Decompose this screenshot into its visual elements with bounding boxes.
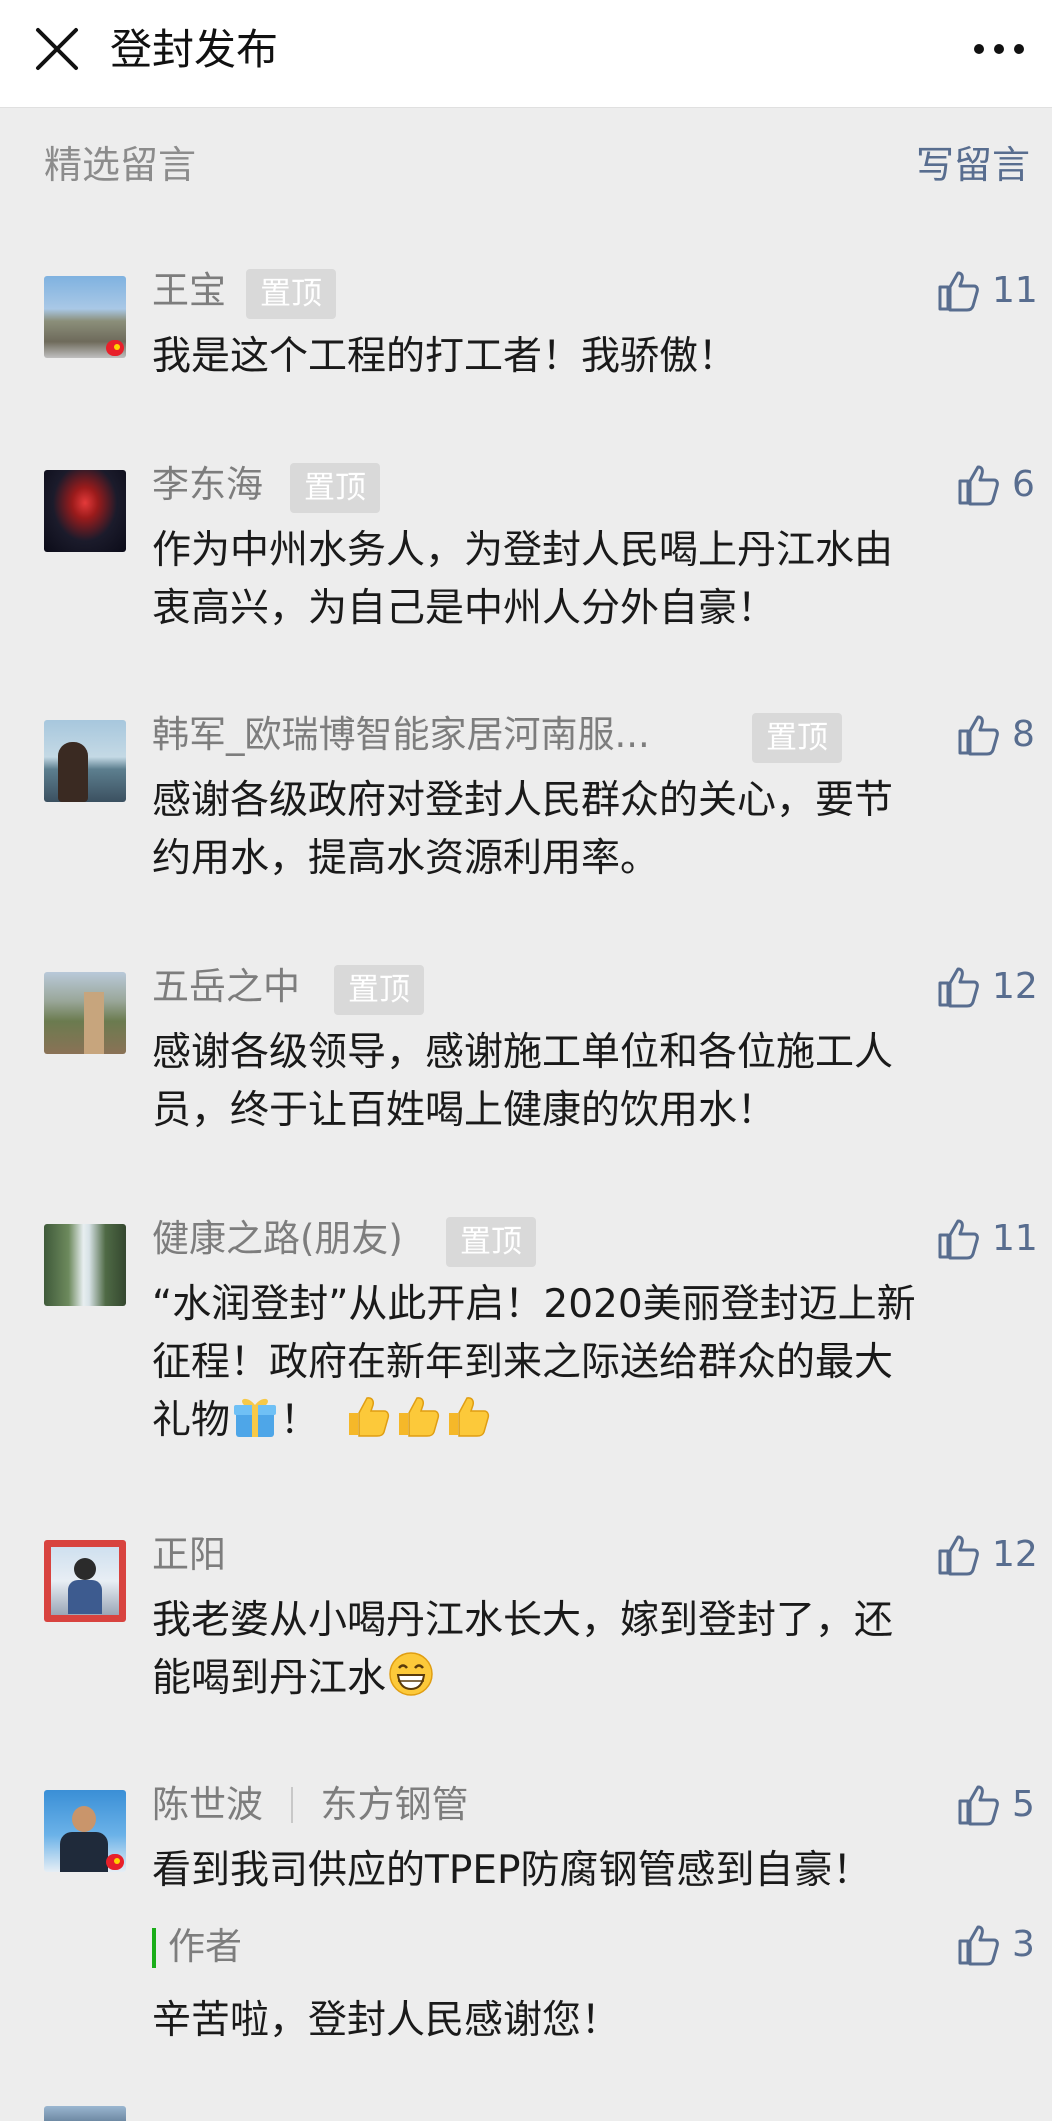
avatar[interactable] [44,1790,126,1872]
thumbs-up-icon [958,1785,999,1826]
like-count: 11 [992,1218,1038,1259]
comment-text: “水润登封”从此开启！2020美丽登封迈上新 征程！政府在新年到来之际送给群众的… [152,1276,1012,1450]
commenter-name[interactable]: 陈世波 东方钢管 [152,1780,469,1830]
comment-item: 韩军_欧瑞博智能家居河南服... 置顶 8 感谢各级政府对登封人民群众的关心，要… [0,710,1052,900]
thumbs-up-emoji [399,1397,440,1437]
like-button[interactable]: 8 [956,710,1036,760]
commenter-name[interactable]: 韩军_欧瑞博智能家居河南服... [152,710,650,760]
next-comment-partial [44,2106,126,2121]
like-count: 6 [1012,464,1035,505]
author-reply: 作者 3 辛苦啦，登封人民感谢您！ [152,1920,1035,2050]
comment-line: 衷高兴，为自己是中州人分外自豪！ [152,586,777,631]
name-separator [290,1787,293,1823]
author-label: 作者 [168,1925,242,1968]
star-icon [114,344,120,350]
like-button[interactable]: 12 [936,1530,1038,1580]
like-button[interactable]: 11 [936,1214,1038,1264]
more-icon [974,44,1024,54]
commenter-name[interactable]: 五岳之中 [152,962,300,1012]
comment-item: 健康之路(朋友) 置顶 11 “水润登封”从此开启！2020美丽登封迈上新 征程… [0,1214,1052,1464]
commenter-name[interactable]: 王宝 [152,266,226,316]
write-comment-link[interactable]: 写留言 [916,140,1030,190]
top-bar: 登封发布 [0,0,1052,108]
avatar[interactable] [44,1224,126,1306]
avatar[interactable] [44,1540,126,1622]
comment-line: 员，终于让百姓喝上健康的饮用水！ [152,1088,777,1133]
comment-item: 陈世波 东方钢管 5 看到我司供应的TPEP防腐钢管感到自豪！ 作者 3 辛苦啦… [0,1780,1052,2043]
reply-like-button[interactable]: 3 [956,1920,1036,1970]
comment-item: 王宝 置顶 11 我是这个工程的打工者！我骄傲！ [0,266,1052,396]
comment-text: 看到我司供应的TPEP防腐钢管感到自豪！ [152,1848,872,1893]
like-count: 12 [992,966,1038,1007]
page-title: 登封发布 [110,25,279,74]
close-icon [36,28,78,70]
comment-text: 我老婆从小喝丹江水长大，嫁到登封了，还 能喝到丹江水 [152,1592,1012,1708]
comment-line: 感谢各级领导，感谢施工单位和各位施工人 [152,1030,894,1075]
thumbs-up-emoji [349,1397,390,1437]
gift-emoji [234,1398,277,1437]
commenter-name-text: 陈世波 [152,1783,263,1826]
pinned-badge: 置顶 [246,269,336,319]
pinned-badge: 置顶 [334,965,424,1015]
comment-item: 五岳之中 置顶 12 感谢各级领导，感谢施工单位和各位施工人 员，终于让百姓喝上… [0,962,1052,1152]
comment-line: 我老婆从小喝丹江水长大，嫁到登封了，还 [152,1598,894,1643]
like-count: 12 [992,1534,1038,1575]
more-button[interactable] [964,22,1034,76]
like-count: 8 [1012,714,1035,755]
thumbs-up-icon [958,1925,999,1966]
author-bar [152,1928,156,1968]
comment-line: “水润登封”从此开启！2020美丽登封迈上新 [152,1282,916,1327]
avatar[interactable] [44,720,126,802]
thumbs-up-icon [938,967,979,1008]
comment-fragment: 礼物 [152,1398,231,1443]
avatar[interactable] [44,972,126,1054]
commenter-name[interactable]: 李东海 [152,460,263,510]
thumbs-up-icon [938,1535,979,1576]
thumbs-up-icon [958,465,999,506]
thumbs-up-icon [958,715,999,756]
close-button[interactable] [30,22,84,76]
like-button[interactable]: 11 [936,266,1038,316]
comment-line: 作为中州水务人，为登封人民喝上丹江水由 [152,528,894,573]
like-count: 3 [1012,1924,1035,1965]
like-button[interactable]: 5 [956,1780,1036,1830]
like-count: 5 [1012,1784,1035,1825]
comment-item: 李东海 置顶 6 作为中州水务人，为登封人民喝上丹江水由 衷高兴，为自己是中州人… [0,460,1052,650]
comment-text: 感谢各级政府对登封人民群众的关心，要节 约用水，提高水资源利用率。 [152,772,1012,888]
thumbs-up-icon [938,271,979,312]
comment-line-3: 礼物 ！ [152,1392,1012,1450]
like-count: 11 [992,270,1038,311]
comment-line: 约用水，提高水资源利用率。 [152,836,660,881]
like-button[interactable]: 12 [936,962,1038,1012]
comment-fragment: ！ [280,1398,320,1443]
pinned-badge: 置顶 [290,463,380,513]
comment-fragment: 能喝到丹江水 [152,1656,387,1701]
star-icon [114,1858,120,1864]
comment-text: 感谢各级领导，感谢施工单位和各位施工人 员，终于让百姓喝上健康的饮用水！ [152,1024,1012,1140]
author-reply-text: 辛苦啦，登封人民感谢您！ [152,1998,621,2043]
thumbs-up-icon [938,1219,979,1260]
pinned-badge: 置顶 [752,713,842,763]
commenter-company: 东方钢管 [320,1783,469,1826]
section-header: 精选留言 写留言 [0,108,1052,218]
comment-item: 正阳 12 我老婆从小喝丹江水长大，嫁到登封了，还 能喝到丹江水 [0,1530,1052,1720]
thumbs-up-emoji [449,1397,490,1437]
comment-line: 征程！政府在新年到来之际送给群众的最大 [152,1340,894,1385]
comment-text: 作为中州水务人，为登封人民喝上丹江水由 衷高兴，为自己是中州人分外自豪！ [152,522,1012,638]
comment-line-2: 能喝到丹江水 [152,1650,1012,1708]
featured-comments-label: 精选留言 [44,143,197,187]
like-button[interactable]: 6 [956,460,1036,510]
comment-text: 我是这个工程的打工者！我骄傲！ [152,334,738,379]
comment-line: 感谢各级政府对登封人民群众的关心，要节 [152,778,894,823]
grinning-emoji [389,1652,433,1696]
avatar[interactable] [44,276,126,358]
pinned-badge: 置顶 [446,1217,536,1267]
commenter-name[interactable]: 健康之路(朋友) [152,1214,403,1264]
commenter-name[interactable]: 正阳 [152,1530,226,1580]
avatar[interactable] [44,470,126,552]
